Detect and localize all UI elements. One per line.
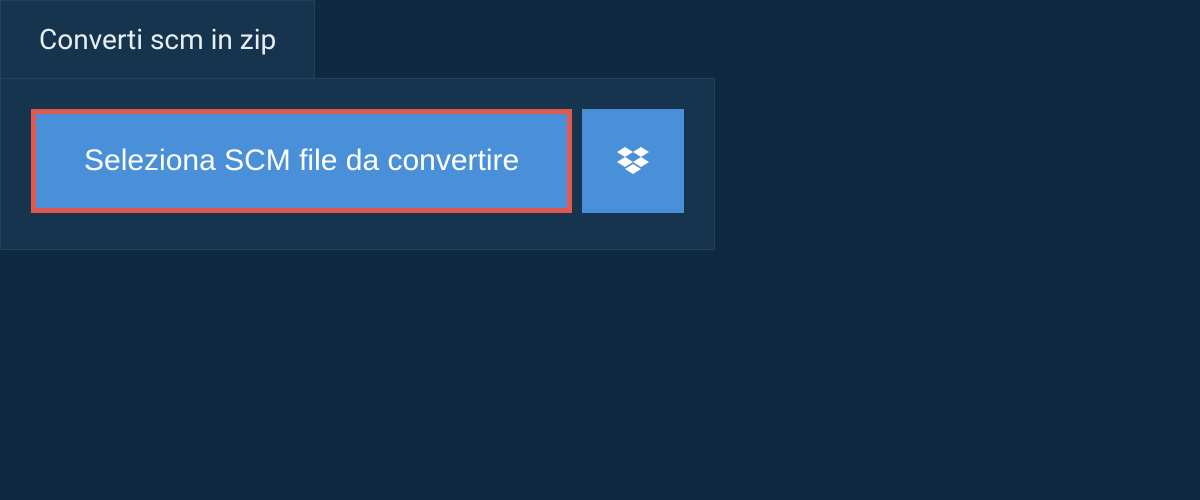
button-row: Seleziona SCM file da convertire xyxy=(31,109,684,213)
tab-convert[interactable]: Converti scm in zip xyxy=(0,0,315,78)
dropbox-icon xyxy=(616,145,650,177)
select-file-highlight: Seleziona SCM file da convertire xyxy=(31,109,572,213)
select-file-button[interactable]: Seleziona SCM file da convertire xyxy=(36,114,567,208)
conversion-panel: Seleziona SCM file da convertire xyxy=(0,78,715,250)
dropbox-button[interactable] xyxy=(582,109,684,213)
